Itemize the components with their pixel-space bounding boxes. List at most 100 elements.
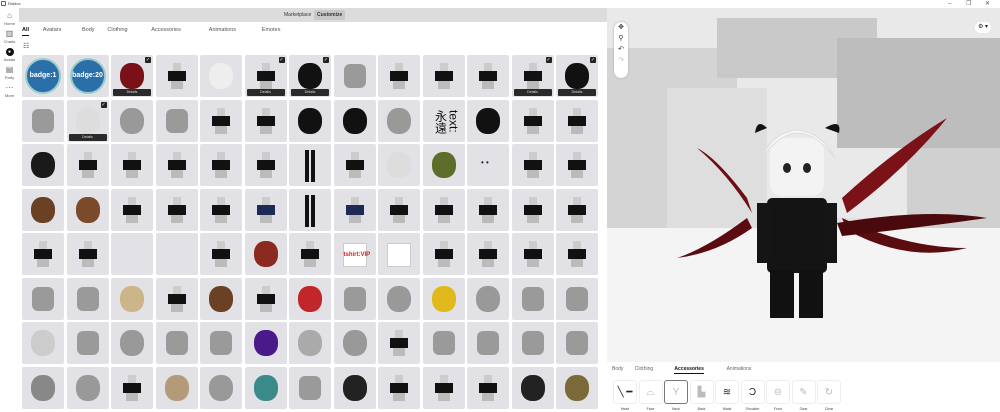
tab-accessories[interactable]: Accessories [151, 27, 181, 33]
item-tile-shirt[interactable] [66, 144, 109, 186]
item-tile-mask[interactable] [333, 366, 376, 409]
item-tile-glasses[interactable] [289, 99, 331, 142]
item-tile-figure[interactable] [467, 277, 509, 320]
equipped-tab-clothing[interactable]: Clothing [635, 366, 653, 372]
item-tile-cup[interactable] [244, 366, 287, 409]
item-tile-shirt-navy[interactable] [333, 188, 376, 231]
item-tile-head[interactable] [22, 99, 64, 142]
item-tile-empty[interactable] [111, 233, 153, 275]
item-tile-skeleton[interactable] [22, 322, 64, 364]
item-tile-head[interactable] [511, 322, 554, 364]
tab-all[interactable]: All [22, 27, 30, 36]
sidebar-item-party[interactable]: ▤ Party [0, 66, 19, 81]
filter-icon[interactable]: ☷ [23, 42, 29, 50]
item-tile-shirt[interactable] [111, 366, 153, 409]
equipped-check-icon[interactable]: ✓ [323, 57, 329, 63]
details-button[interactable]: Details [513, 89, 552, 96]
item-tile-shirt[interactable] [378, 322, 420, 364]
item-tile-shirt[interactable] [467, 188, 509, 231]
item-tile-cap[interactable] [511, 366, 554, 409]
item-tile-head[interactable] [422, 322, 465, 364]
item-tile-shirt[interactable] [511, 233, 554, 275]
item-tile-head[interactable] [556, 277, 598, 320]
item-tile-shirt[interactable] [155, 55, 198, 97]
item-tile-head[interactable] [333, 55, 376, 97]
item-tile-shirt[interactable] [66, 233, 109, 275]
item-tile-shirt[interactable] [422, 55, 465, 97]
item-tile-tshirt[interactable] [378, 233, 420, 275]
item-tile-hood-green[interactable] [422, 144, 465, 186]
sidebar-item-more[interactable]: ⋯ More [0, 84, 19, 99]
equipped-tab-body[interactable]: Body [612, 366, 623, 372]
item-tile-shirt[interactable] [422, 188, 465, 231]
item-tile-shirt[interactable] [111, 188, 153, 231]
tab-animations[interactable]: Animations [209, 27, 236, 33]
item-tile-head[interactable] [467, 322, 509, 364]
sidebar-item-home[interactable]: ⌂ Home [0, 12, 19, 27]
item-tile-tshirt[interactable]: tshirt:VIP [333, 233, 376, 275]
item-tile-head[interactable] [22, 277, 64, 320]
item-tile-shirt[interactable]: ✓ Details [244, 55, 287, 97]
item-tile-head[interactable] [66, 322, 109, 364]
item-tile-shirt[interactable] [511, 144, 554, 186]
item-tile-shirt[interactable]: ✓ Details [511, 55, 554, 97]
item-tile-shirt[interactable] [200, 188, 242, 231]
item-tile-shirt[interactable] [378, 366, 420, 409]
item-tile-hair-black[interactable] [22, 144, 64, 186]
item-tile-empty[interactable] [155, 233, 198, 275]
item-tile-shirt[interactable] [556, 144, 598, 186]
slot-gear[interactable]: ✎ Gear [791, 380, 816, 411]
item-tile-pants[interactable] [289, 188, 331, 231]
item-tile-figure[interactable] [378, 277, 420, 320]
item-tile-shirt[interactable] [378, 55, 420, 97]
item-tile-shirt[interactable] [556, 99, 598, 142]
equipped-check-icon[interactable]: ✓ [145, 57, 151, 63]
item-tile-hair-brown[interactable] [22, 188, 64, 231]
item-tile-shirt[interactable] [422, 366, 465, 409]
item-tile-figure[interactable] [111, 322, 153, 364]
item-tile-shirt[interactable] [22, 233, 64, 275]
item-tile-head[interactable] [556, 322, 598, 364]
item-tile-shirt[interactable] [378, 188, 420, 231]
item-tile-crate[interactable] [556, 366, 598, 409]
details-button[interactable]: Details [291, 89, 329, 96]
item-tile-shirt[interactable] [556, 233, 598, 275]
move-icon[interactable]: ✥ [614, 22, 628, 33]
equipped-check-icon[interactable]: ✓ [545, 57, 552, 63]
item-tile-shirt[interactable] [200, 233, 242, 275]
item-tile-hair-blonde[interactable] [111, 277, 153, 320]
item-tile-bear[interactable] [66, 188, 109, 231]
item-tile-head[interactable] [289, 366, 331, 409]
item-tile-shirt[interactable] [467, 55, 509, 97]
item-tile-shirt[interactable] [289, 233, 331, 275]
item-tile-avatar[interactable] [200, 55, 242, 97]
item-tile-brows[interactable]: ✓ Details [556, 55, 598, 97]
item-tile-shirt[interactable] [155, 277, 198, 320]
equipped-check-icon[interactable]: ✓ [100, 101, 107, 108]
equipped-check-icon[interactable]: ✓ [590, 57, 596, 63]
item-tile-hair-brown[interactable] [200, 277, 242, 320]
details-button[interactable]: Details [558, 89, 596, 96]
item-tile-shirt[interactable] [333, 144, 376, 186]
item-tile-shirt[interactable] [467, 233, 509, 275]
item-tile-purple[interactable] [244, 322, 287, 364]
item-tile-koala[interactable] [22, 366, 64, 409]
maximize-button[interactable]: ❐ [966, 0, 971, 8]
item-tile-hair-white[interactable] [378, 144, 420, 186]
redo-button[interactable]: ↷ [614, 55, 628, 66]
details-button[interactable]: Details [246, 89, 285, 96]
undo-button[interactable]: ↶ [614, 44, 628, 55]
item-tile-gold[interactable] [422, 277, 465, 320]
item-tile-jacket[interactable] [333, 99, 376, 142]
item-tile-shirt[interactable] [155, 188, 198, 231]
slot-head[interactable]: ╲ ━ Head [613, 380, 637, 411]
item-tile-scarf[interactable] [155, 366, 198, 409]
camera-settings-button[interactable]: ⚙ ▾ [975, 22, 991, 33]
item-tile-backpack[interactable] [66, 366, 109, 409]
item-tile-figure[interactable] [200, 366, 242, 409]
item-tile-shirt[interactable] [111, 144, 153, 186]
item-tile-head[interactable] [155, 322, 198, 364]
avatar-viewport[interactable] [607, 8, 1000, 362]
equipped-tab-accessories[interactable]: Accessories [674, 366, 704, 374]
item-tile-shirt[interactable] [556, 188, 598, 231]
